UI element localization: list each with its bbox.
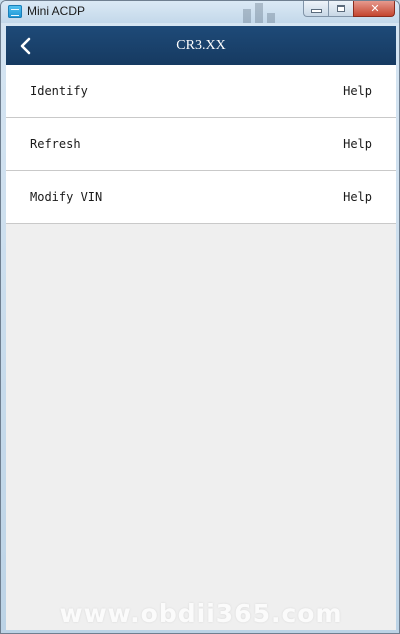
menu-item-identify[interactable]: Identify Help <box>6 65 396 118</box>
menu-item-label: Refresh <box>30 137 81 151</box>
back-button[interactable] <box>14 33 40 59</box>
app-icon <box>8 5 22 18</box>
top-bar: CR3.XX <box>6 26 396 65</box>
page-title: CR3.XX <box>176 38 226 53</box>
menu-item-label: Modify VIN <box>30 190 103 204</box>
window-controls: ✕ <box>303 1 395 18</box>
menu-item-modify-vin[interactable]: Modify VIN Help <box>6 171 396 224</box>
window-title: Mini ACDP <box>27 4 86 18</box>
close-button[interactable]: ✕ <box>353 1 395 17</box>
menu-item-label: Identify <box>30 84 88 98</box>
maximize-icon <box>337 5 345 12</box>
chevron-left-icon <box>20 37 31 55</box>
help-link[interactable]: Help <box>343 118 372 170</box>
minimize-icon <box>312 10 321 12</box>
minimize-button[interactable] <box>303 1 328 17</box>
maximize-button[interactable] <box>328 1 353 17</box>
close-icon: ✕ <box>370 2 380 15</box>
help-link[interactable]: Help <box>343 171 372 223</box>
title-bar[interactable]: Mini ACDP ✕ <box>1 1 399 23</box>
help-link[interactable]: Help <box>343 65 372 117</box>
function-list: Identify Help Refresh Help Modify VIN He… <box>6 65 396 224</box>
background-decoration <box>237 1 285 23</box>
app-window: Mini ACDP ✕ CR3.XX Identify Help Refresh… <box>0 0 400 634</box>
watermark: www.obdii365.com <box>59 599 343 628</box>
app-content: CR3.XX Identify Help Refresh Help Modify… <box>6 26 396 630</box>
menu-item-refresh[interactable]: Refresh Help <box>6 118 396 171</box>
